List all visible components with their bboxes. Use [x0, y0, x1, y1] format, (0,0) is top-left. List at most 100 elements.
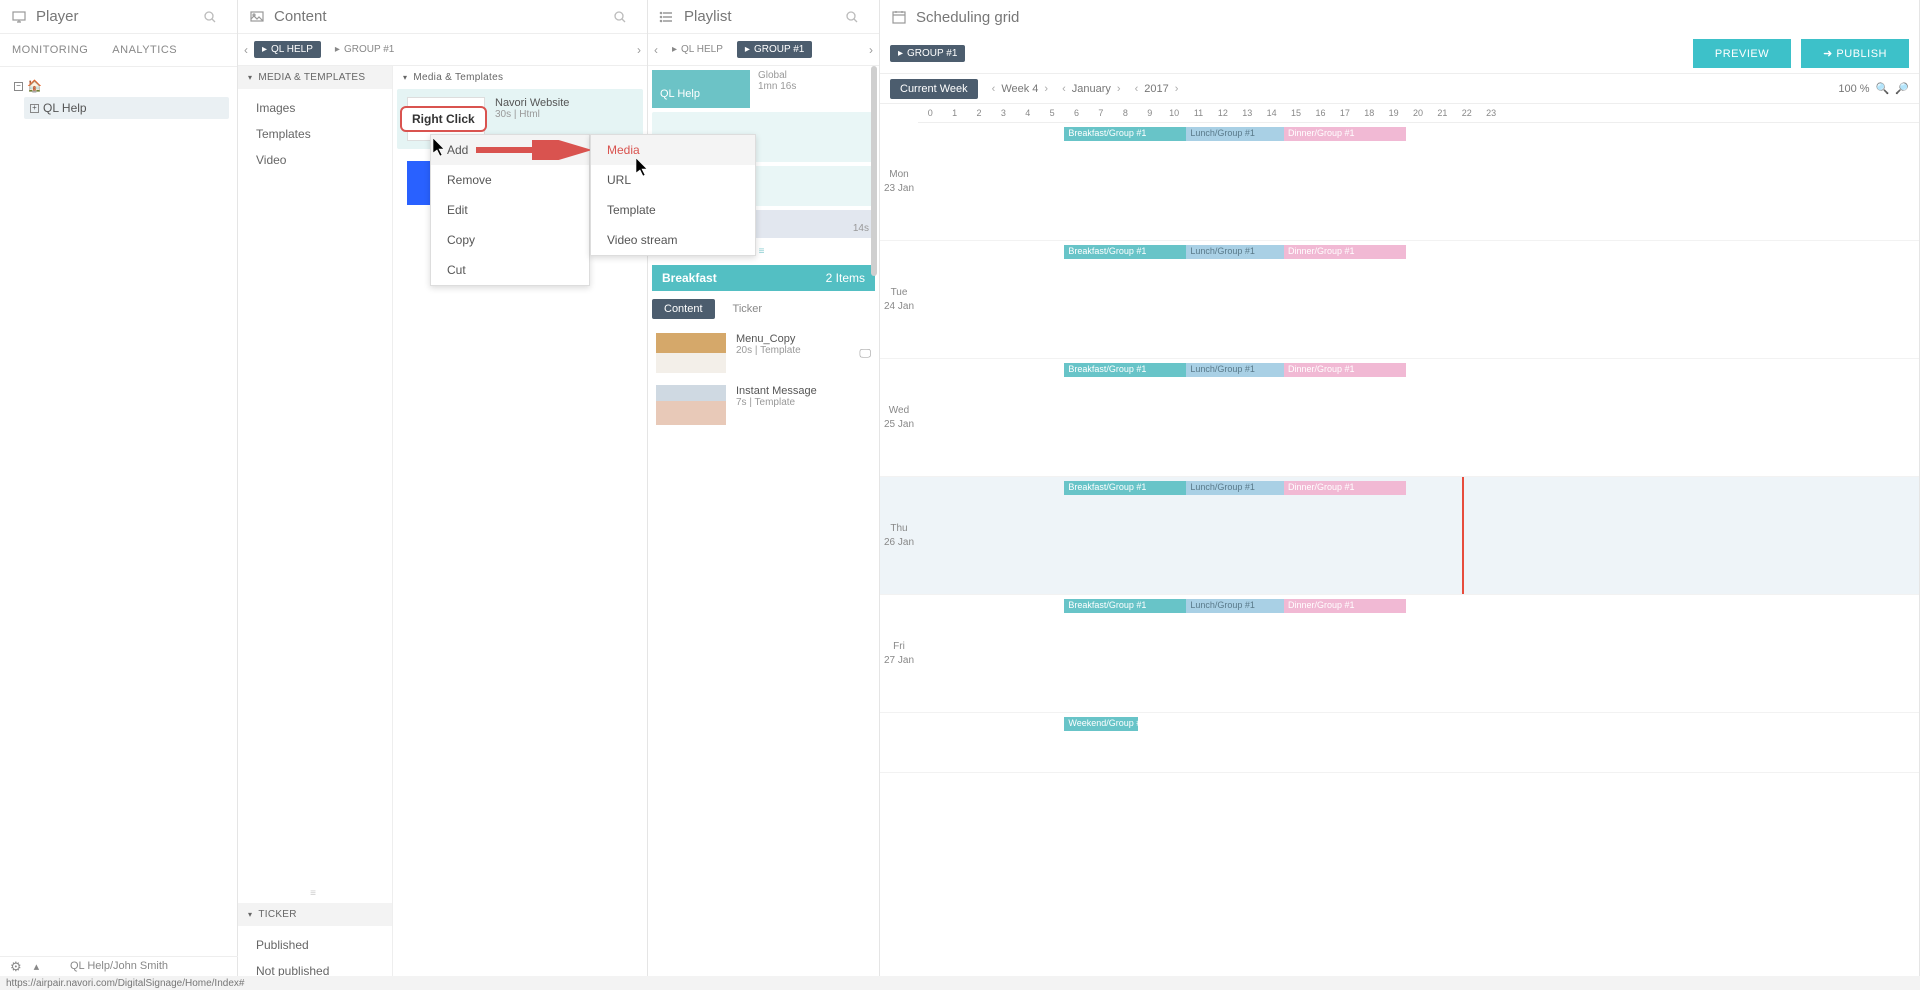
schedule-event[interactable]: Lunch/Group #1: [1186, 481, 1284, 495]
ctx-cut[interactable]: Cut: [431, 255, 589, 285]
media-templates-header[interactable]: ▾ MEDIA & TEMPLATES: [238, 66, 392, 89]
player-header: Player: [0, 0, 237, 34]
schedule-track[interactable]: Breakfast/Group #1Lunch/Group #1Dinner/G…: [918, 595, 1919, 712]
chevron-down-icon: ▾: [248, 73, 252, 82]
scrollbar[interactable]: [871, 66, 877, 276]
playlist-card-qlhelp[interactable]: QL Help: [652, 70, 750, 108]
schedule-event[interactable]: Lunch/Group #1: [1186, 127, 1284, 141]
ctx-edit[interactable]: Edit: [431, 195, 589, 225]
search-icon[interactable]: [611, 8, 629, 26]
chevron-right-icon[interactable]: ›: [1117, 83, 1121, 95]
schedule-event[interactable]: Dinner/Group #1: [1284, 599, 1406, 613]
schedule-event[interactable]: Dinner/Group #1: [1284, 363, 1406, 377]
collapse-icon[interactable]: −: [14, 82, 23, 91]
breadcrumb-qlhelp[interactable]: ▸QL HELP: [254, 41, 321, 58]
schedule-event[interactable]: Lunch/Group #1: [1186, 599, 1284, 613]
search-icon[interactable]: [201, 8, 219, 26]
schedule-event[interactable]: Breakfast/Group #1: [1064, 127, 1186, 141]
playlist-item[interactable]: Instant Message 7s | Template: [652, 379, 875, 431]
publish-button[interactable]: ➜ PUBLISH: [1801, 39, 1909, 68]
hour-label: 20: [1406, 104, 1430, 122]
week-label[interactable]: Week 4: [1001, 83, 1038, 95]
chevron-left-icon[interactable]: ‹: [1062, 83, 1066, 95]
media-templates-header-2[interactable]: ▾ Media & Templates: [393, 66, 647, 89]
schedule-header: Scheduling grid: [880, 0, 1919, 34]
gear-icon[interactable]: ⚙: [10, 959, 22, 975]
sidebar-video[interactable]: Video: [238, 147, 392, 173]
tree-node-qlhelp[interactable]: + QL Help: [24, 97, 229, 119]
ctx-url[interactable]: URL: [591, 165, 755, 195]
year-label[interactable]: 2017: [1144, 83, 1168, 95]
breadcrumb-qlhelp[interactable]: ▸QL HELP: [664, 41, 731, 58]
hour-label: 0: [918, 104, 942, 122]
player-title: Player: [36, 8, 79, 25]
hour-label: 4: [1016, 104, 1040, 122]
schedule-event[interactable]: Breakfast/Group #1: [1064, 245, 1186, 259]
hour-label: 13: [1235, 104, 1259, 122]
hour-label: 22: [1455, 104, 1479, 122]
schedule-event[interactable]: Lunch/Group #1: [1186, 363, 1284, 377]
playlist-section-breakfast[interactable]: Breakfast 2 Items: [652, 265, 875, 291]
hour-label: 5: [1040, 104, 1064, 122]
schedule-track[interactable]: Breakfast/Group #1Lunch/Group #1Dinner/G…: [918, 123, 1919, 240]
chevron-left-icon[interactable]: ‹: [992, 83, 996, 95]
playlist-tab-ticker[interactable]: Ticker: [721, 299, 775, 319]
ctx-copy[interactable]: Copy: [431, 225, 589, 255]
ctx-remove[interactable]: Remove: [431, 165, 589, 195]
playlist-thumb: [656, 333, 726, 373]
playlist-tab-content[interactable]: Content: [652, 299, 715, 319]
schedule-event[interactable]: Dinner/Group #1: [1284, 481, 1406, 495]
sidebar-templates[interactable]: Templates: [238, 121, 392, 147]
chevron-right-icon[interactable]: ›: [869, 43, 873, 57]
hour-label: 16: [1308, 104, 1332, 122]
sidebar-images[interactable]: Images: [238, 95, 392, 121]
player-panel: Player MONITORING ANALYTICS − 🏠 + QL Hel…: [0, 0, 238, 990]
chevron-up-icon[interactable]: ▴: [34, 960, 40, 973]
schedule-grid: 01234567891011121314151617181920212223 M…: [880, 104, 1919, 990]
preview-button[interactable]: PREVIEW: [1693, 39, 1791, 68]
tab-analytics[interactable]: ANALYTICS: [100, 34, 189, 66]
schedule-track[interactable]: Breakfast/Group #1Lunch/Group #1Dinner/G…: [918, 241, 1919, 358]
drag-handle[interactable]: ≡: [238, 884, 392, 903]
month-label[interactable]: January: [1072, 83, 1111, 95]
ctx-template[interactable]: Template: [591, 195, 755, 225]
cursor-icon: [433, 138, 447, 158]
playlist-item[interactable]: Menu_Copy 20s | Template 🖵: [652, 327, 875, 379]
schedule-event[interactable]: Dinner/Group #1: [1284, 245, 1406, 259]
day-label: Thu26 Jan: [880, 477, 918, 594]
zoom-out-icon[interactable]: 🔍: [1876, 82, 1890, 95]
zoom-in-icon[interactable]: 🔎: [1895, 82, 1909, 95]
chevron-right-icon[interactable]: ›: [637, 43, 641, 57]
tree-root[interactable]: − 🏠: [8, 75, 229, 97]
ctx-video-stream[interactable]: Video stream: [591, 225, 755, 255]
ctx-media[interactable]: Media: [591, 135, 755, 165]
tab-monitoring[interactable]: MONITORING: [0, 34, 100, 66]
chevron-left-icon[interactable]: ‹: [244, 43, 248, 57]
content-breadcrumb: ‹ ▸QL HELP ▸GROUP #1 ›: [238, 34, 647, 66]
chevron-down-icon: ▾: [403, 73, 407, 82]
schedule-event[interactable]: Weekend/Group #1: [1064, 717, 1137, 731]
search-icon[interactable]: [843, 8, 861, 26]
breadcrumb-group[interactable]: ▸GROUP #1: [327, 41, 402, 58]
schedule-event[interactable]: Lunch/Group #1: [1186, 245, 1284, 259]
schedule-track[interactable]: Breakfast/Group #1Lunch/Group #1Dinner/G…: [918, 477, 1919, 594]
schedule-event[interactable]: Breakfast/Group #1: [1064, 363, 1186, 377]
chevron-left-icon[interactable]: ‹: [654, 43, 658, 57]
current-week-button[interactable]: Current Week: [890, 79, 978, 99]
schedule-track[interactable]: Breakfast/Group #1Lunch/Group #1Dinner/G…: [918, 359, 1919, 476]
hour-label: 14: [1259, 104, 1283, 122]
home-icon: 🏠: [27, 79, 42, 93]
chevron-left-icon[interactable]: ‹: [1135, 83, 1139, 95]
chevron-right-icon[interactable]: ›: [1044, 83, 1048, 95]
expand-icon[interactable]: +: [30, 104, 39, 113]
schedule-event[interactable]: Breakfast/Group #1: [1064, 481, 1186, 495]
schedule-event[interactable]: Dinner/Group #1: [1284, 127, 1406, 141]
schedule-event[interactable]: Breakfast/Group #1: [1064, 599, 1186, 613]
ticker-header[interactable]: ▾ TICKER: [238, 903, 392, 926]
chevron-right-icon[interactable]: ›: [1175, 83, 1179, 95]
hour-label: 7: [1089, 104, 1113, 122]
sidebar-published[interactable]: Published: [238, 932, 392, 958]
breadcrumb-group[interactable]: ▸GROUP #1: [737, 41, 812, 58]
content-icon: [248, 8, 266, 26]
schedule-chip-group[interactable]: ▸GROUP #1: [890, 45, 965, 62]
